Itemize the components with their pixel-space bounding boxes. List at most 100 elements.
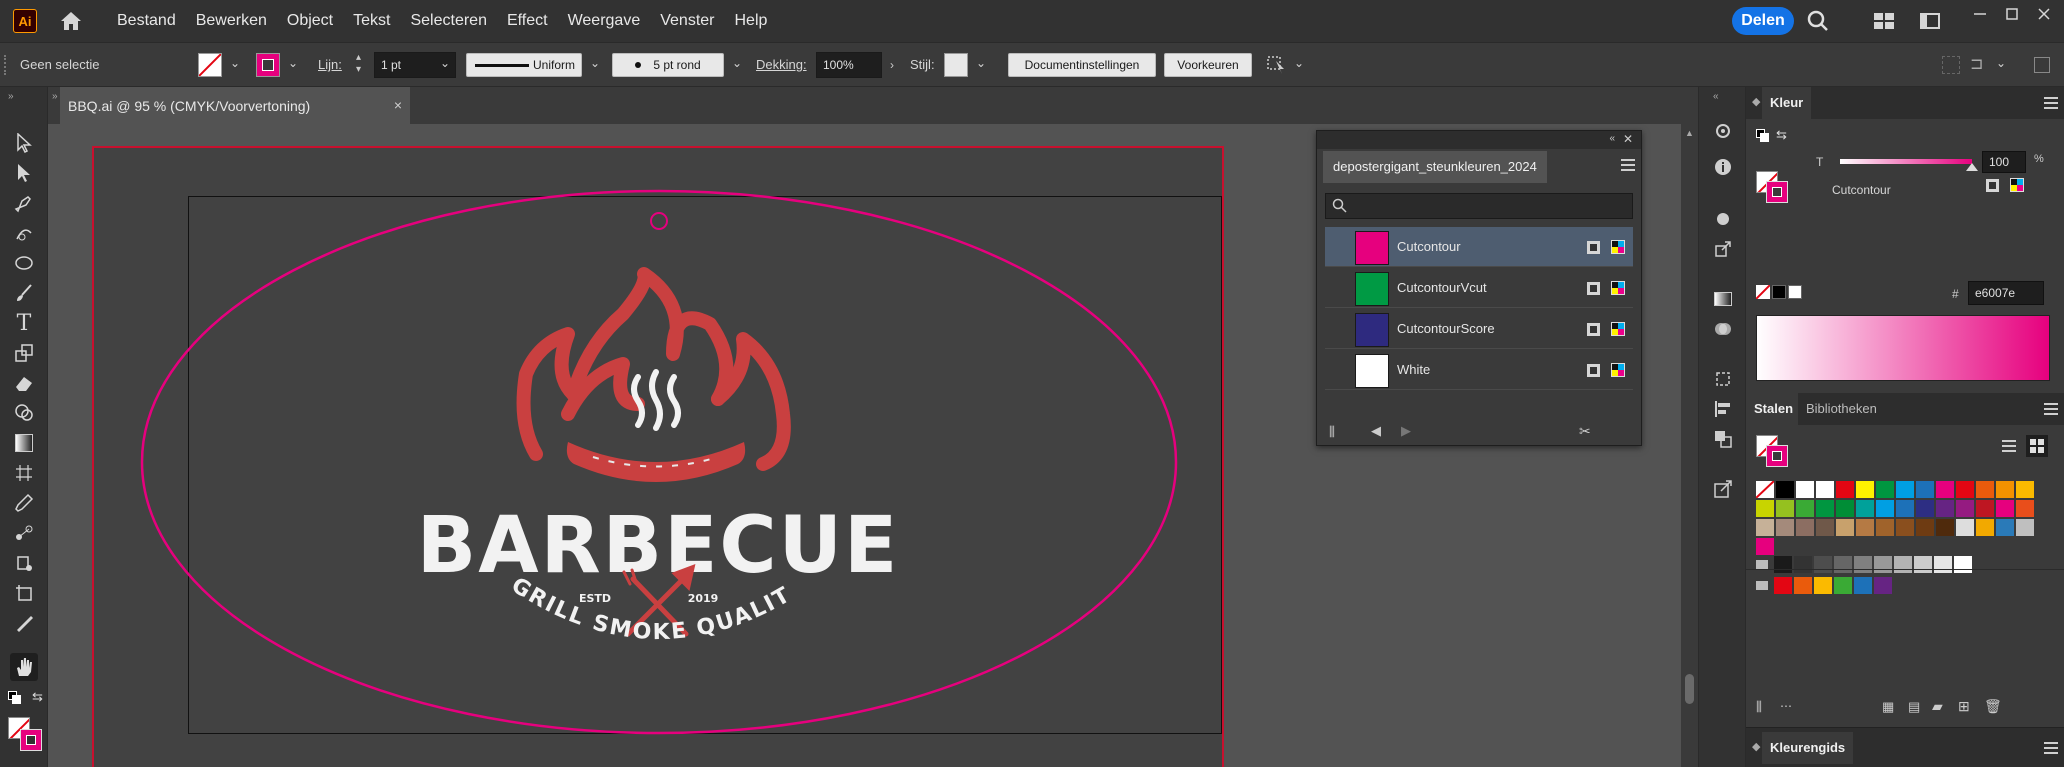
swatch[interactable]: [1816, 500, 1834, 517]
direct-selection-tool-icon[interactable]: [10, 159, 38, 187]
swatch[interactable]: [2016, 500, 2034, 517]
default-colors-icon[interactable]: [8, 691, 22, 705]
swatch[interactable]: [1876, 481, 1894, 498]
swatch[interactable]: [1874, 556, 1892, 573]
paintbrush-tool-icon[interactable]: [10, 279, 38, 307]
swatch[interactable]: [1816, 519, 1834, 536]
swatch[interactable]: [1876, 500, 1894, 517]
none-swatch[interactable]: [1756, 285, 1770, 299]
vertical-scrollbar[interactable]: ▲: [1681, 124, 1698, 767]
list-item[interactable]: CutcontourScore: [1325, 309, 1633, 349]
tint-slider[interactable]: [1840, 159, 1972, 164]
swatch[interactable]: [1896, 500, 1914, 517]
panel-menu-icon[interactable]: [2044, 742, 2058, 754]
menu-weergave[interactable]: Weergave: [558, 0, 651, 42]
swatch[interactable]: [1776, 481, 1794, 498]
panel-menu-icon[interactable]: [2044, 97, 2058, 109]
swatch[interactable]: [1774, 556, 1792, 573]
scroll-up-icon[interactable]: ▲: [1685, 128, 1694, 138]
collapse-icon[interactable]: «: [1713, 91, 1719, 102]
list-item[interactable]: White: [1325, 350, 1633, 390]
search-icon[interactable]: [1806, 9, 1830, 33]
symbol-sprayer-tool-icon[interactable]: [10, 549, 38, 577]
swatch[interactable]: [1794, 577, 1812, 594]
swatch[interactable]: [1755, 480, 1775, 499]
transparency-icon[interactable]: [1711, 317, 1735, 341]
gradient-panel-icon[interactable]: [1711, 287, 1735, 311]
swatch[interactable]: [1836, 519, 1854, 536]
swatch[interactable]: [1976, 481, 1994, 498]
tab-swatches[interactable]: Stalen: [1746, 393, 1802, 425]
chevron-down-icon[interactable]: ⌄: [1294, 56, 1304, 70]
library-search-input[interactable]: [1325, 193, 1633, 219]
hang-hole[interactable]: [650, 212, 668, 230]
swap-colors-icon[interactable]: ⇆: [32, 689, 43, 705]
menu-venster[interactable]: Venster: [650, 0, 724, 42]
next-library-icon[interactable]: ▶: [1401, 423, 1411, 439]
close-window-icon[interactable]: [2032, 2, 2056, 26]
scale-tool-icon[interactable]: [10, 339, 38, 367]
swatch-options-icon[interactable]: ▦: [1882, 699, 1894, 715]
white-swatch[interactable]: [1788, 285, 1802, 299]
scrollbar-thumb[interactable]: [1685, 674, 1694, 704]
document-settings-button[interactable]: Documentinstellingen: [1008, 53, 1156, 77]
ellipse-tool-icon[interactable]: [10, 249, 38, 277]
info-icon[interactable]: [1711, 155, 1735, 179]
swatch[interactable]: [1954, 556, 1972, 573]
chevron-down-icon[interactable]: ⌄: [1996, 56, 2006, 70]
eyedropper-tool-icon[interactable]: [10, 489, 38, 517]
swatch[interactable]: [1854, 577, 1872, 594]
swatch[interactable]: [1996, 481, 2014, 498]
swatch[interactable]: [1854, 556, 1872, 573]
menu-bewerken[interactable]: Bewerken: [186, 0, 277, 42]
tools-icon[interactable]: ✂: [1579, 423, 1591, 440]
swatch[interactable]: [1796, 481, 1814, 498]
swatch[interactable]: [1816, 481, 1834, 498]
panel-menu-icon[interactable]: [1621, 159, 1635, 171]
artboard-tool-icon[interactable]: [10, 579, 38, 607]
folder-icon[interactable]: [1756, 560, 1768, 569]
collapse-icon[interactable]: »: [8, 91, 14, 102]
chevron-right-icon[interactable]: ›: [884, 52, 900, 78]
type-tool-icon[interactable]: T: [10, 309, 38, 337]
delete-swatch-icon[interactable]: 🗑: [1984, 698, 2002, 715]
eraser-tool-icon[interactable]: [10, 369, 38, 397]
transform-icon[interactable]: [1942, 56, 1960, 74]
blend-tool-icon[interactable]: [10, 519, 38, 547]
swatch[interactable]: [1956, 481, 1974, 498]
menu-bestand[interactable]: Bestand: [107, 0, 186, 42]
new-swatch-icon[interactable]: ⊞: [1958, 698, 1970, 715]
new-group-icon[interactable]: ▰: [1932, 698, 1943, 715]
appearance-icon[interactable]: [1711, 207, 1735, 231]
tab-libraries[interactable]: Bibliotheken: [1798, 393, 1885, 425]
chevron-down-icon[interactable]: ⌄: [440, 56, 450, 70]
arrange-documents-icon[interactable]: [1918, 9, 1942, 33]
export-icon[interactable]: [1711, 237, 1735, 261]
library-menu-icon[interactable]: ⫼: [1329, 424, 1335, 440]
slice-tool-icon[interactable]: [10, 609, 38, 637]
swatch[interactable]: [1976, 500, 1994, 517]
mesh-tool-icon[interactable]: [10, 459, 38, 487]
swatch[interactable]: [1794, 556, 1812, 573]
menu-object[interactable]: Object: [277, 0, 343, 42]
hex-input[interactable]: e6007e: [1968, 281, 2044, 305]
share-button[interactable]: Delen: [1732, 7, 1794, 35]
swatch[interactable]: [1756, 500, 1774, 517]
swatch[interactable]: [1774, 577, 1792, 594]
grip-icon[interactable]: [4, 55, 8, 75]
swatch[interactable]: [1776, 500, 1794, 517]
curvature-tool-icon[interactable]: [10, 219, 38, 247]
stroke-swatch[interactable]: [20, 729, 42, 751]
home-icon[interactable]: [57, 7, 85, 35]
tab-color[interactable]: Kleur: [1762, 87, 1812, 119]
chevron-down-icon[interactable]: ⌄: [230, 56, 240, 70]
swatch[interactable]: [1876, 519, 1894, 536]
library-menu-icon[interactable]: ⫼: [1756, 699, 1762, 715]
swatch[interactable]: [1936, 519, 1954, 536]
swatch[interactable]: [1956, 500, 1974, 517]
tab-color-guide[interactable]: Kleurengids: [1762, 732, 1854, 764]
fill-none-icon[interactable]: [198, 53, 222, 77]
gradient-tool-icon[interactable]: [10, 429, 38, 457]
color-group-icon[interactable]: ▤: [1908, 699, 1920, 715]
black-swatch[interactable]: [1772, 285, 1786, 299]
